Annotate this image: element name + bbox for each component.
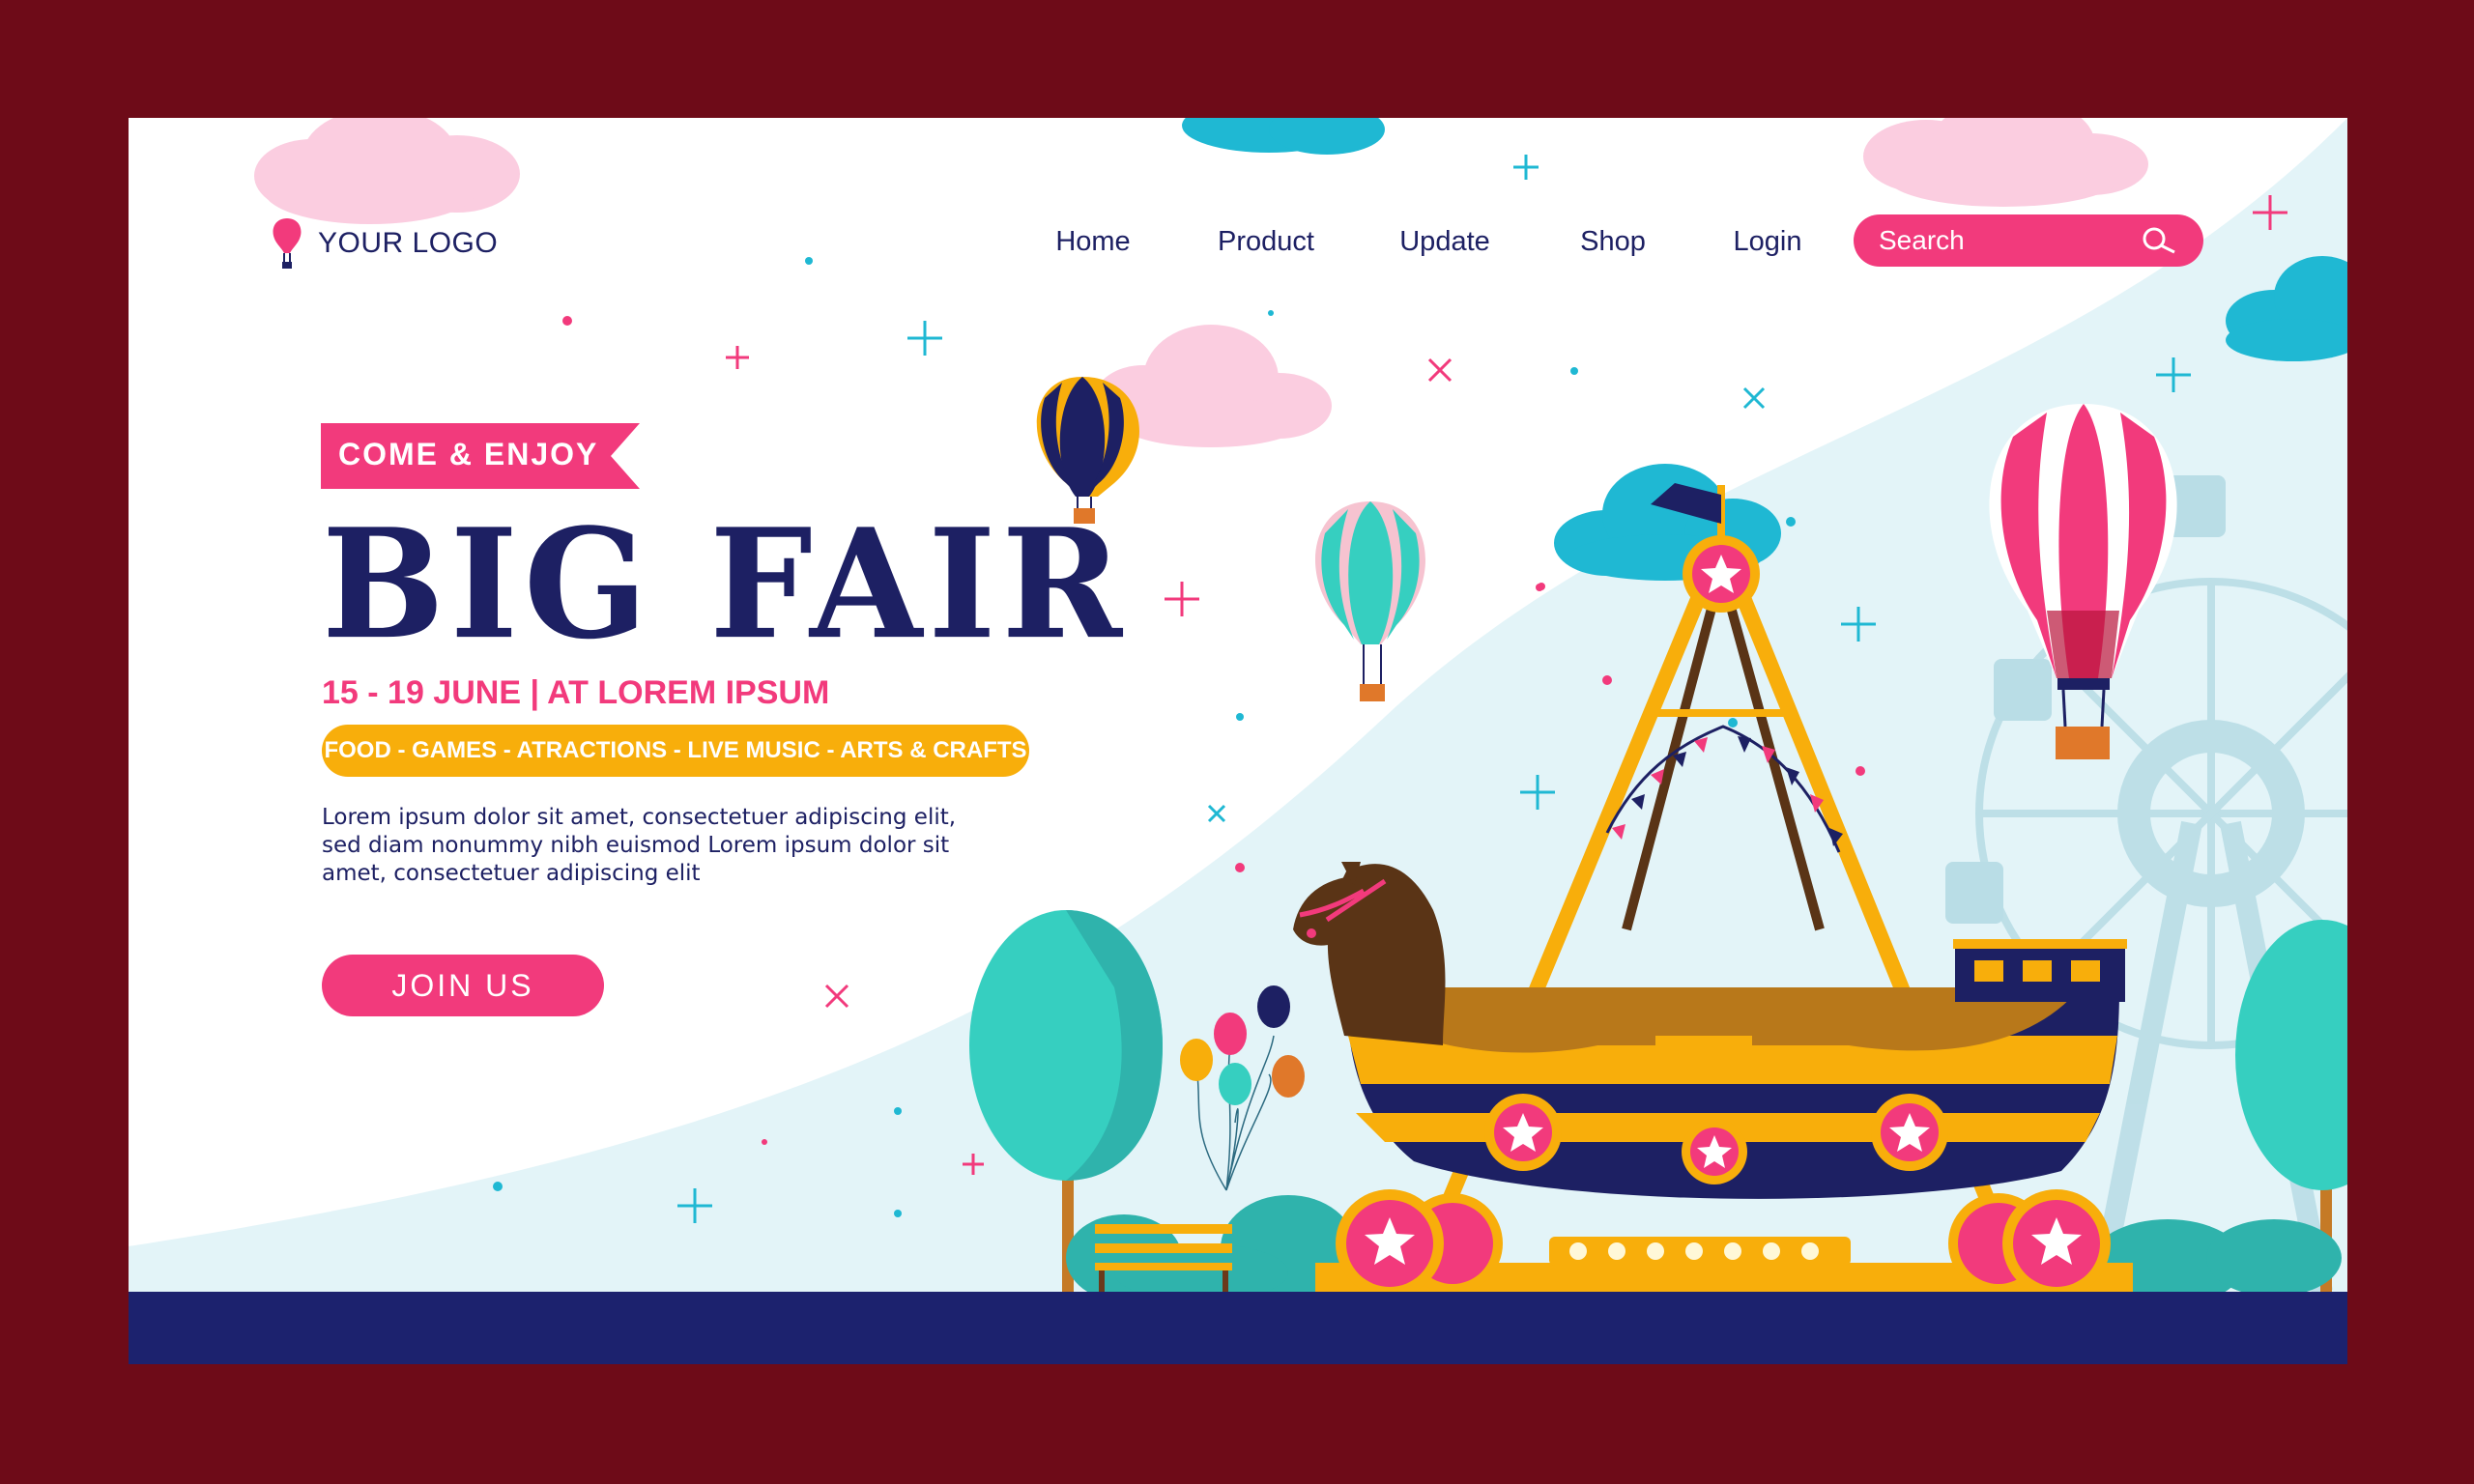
nav-shop[interactable]: Shop [1580,226,1646,258]
footer-bar [129,1292,2347,1364]
event-dates: 15 - 19 JUNE | AT LOREM IPSUM [322,674,830,711]
join-us-button[interactable]: JOIN US [322,955,604,1016]
logo-text: YOUR LOGO [318,227,499,259]
pink-cloud-top [254,118,520,224]
page-title: BIG FAIR [322,496,1129,673]
pink-cloud-right [1863,118,2148,207]
nav-home[interactable]: Home [1055,226,1130,258]
search-icon[interactable] [2140,226,2178,255]
nav-login[interactable]: Login [1734,226,1802,258]
ribbon-label: COME & ENJOY [338,437,599,471]
logo[interactable]: YOUR LOGO [270,214,498,272]
landing-page: YOUR LOGO Home Product Update Shop Login… [129,118,2347,1364]
event-description: Lorem ipsum dolor sit amet, consectetuer… [322,805,957,886]
blue-cloud-top [1182,118,1385,155]
search-input[interactable] [1877,224,2132,257]
search-bar [1854,214,2203,267]
event-tags-pill: FOOD - GAMES - ATRACTIONS - LIVE MUSIC -… [322,725,1029,777]
nav-update[interactable]: Update [1399,226,1490,258]
balloon-teal [1314,501,1426,701]
nav-product[interactable]: Product [1218,226,1314,258]
balloon-logo-icon [273,218,302,269]
